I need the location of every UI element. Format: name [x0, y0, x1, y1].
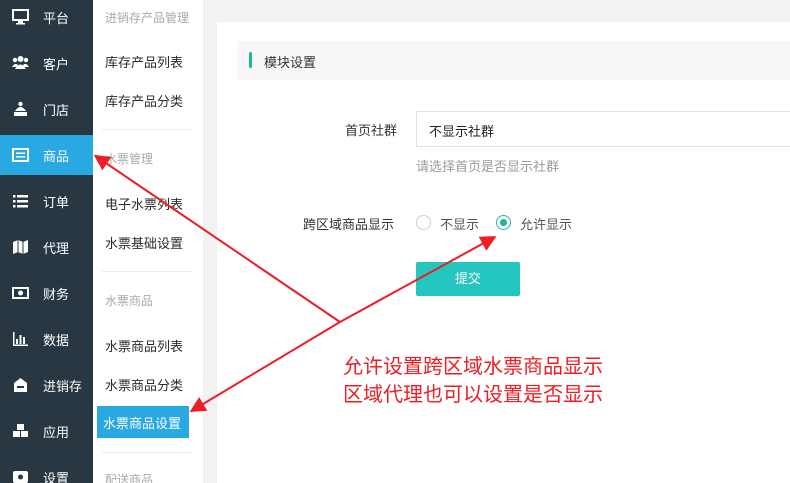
- annotation-line: 允许设置跨区域水票商品显示: [343, 354, 603, 378]
- app-window: 平台 客户 门店 商品 订单 代理 财务 数据 进销存 应用 设置 进销存产品管…: [0, 0, 790, 483]
- arrow-to-ticket-settings: [189, 321, 341, 413]
- annotation-arrows: [93, 154, 497, 413]
- annotation-line: 区域代理也可以设置是否显示: [343, 382, 603, 406]
- arrow-to-allow-radio: [339, 236, 497, 323]
- arrow-to-products-nav: [93, 154, 341, 323]
- annotation-text: 允许设置跨区域水票商品显示 区域代理也可以设置是否显示: [343, 352, 603, 408]
